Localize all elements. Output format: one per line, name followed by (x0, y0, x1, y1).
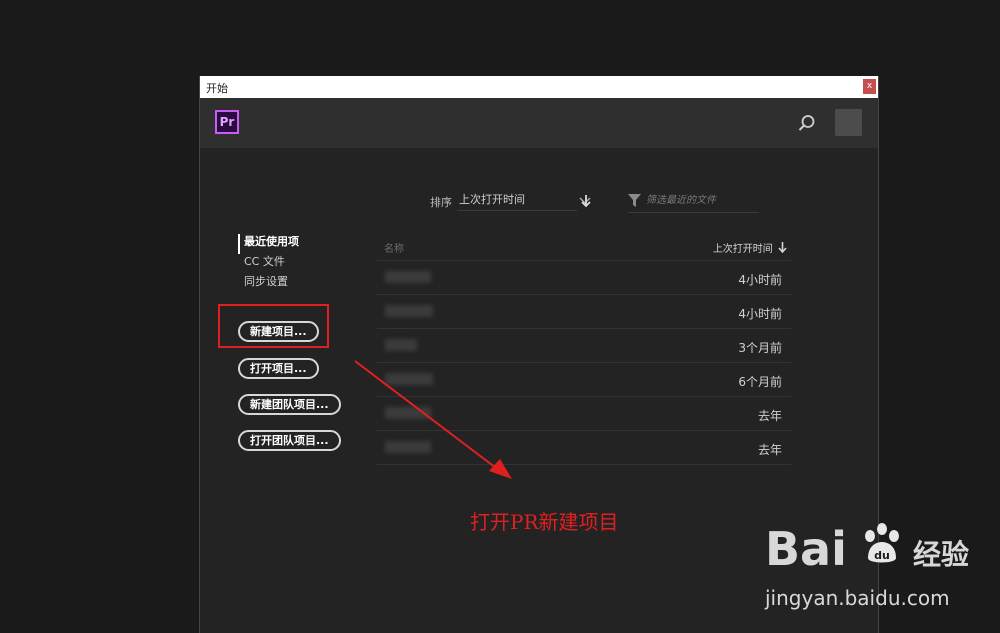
filter-icon (628, 194, 641, 207)
new-team-project-button[interactable]: 新建团队项目... (238, 394, 341, 415)
sidebar-item-sync-settings[interactable]: 同步设置 (238, 274, 299, 294)
row-date: 去年 (757, 443, 782, 457)
row-name-redacted (385, 271, 431, 283)
row-name-redacted (385, 305, 433, 317)
row-date: 3个月前 (738, 341, 782, 355)
sort-down-arrow-icon (778, 242, 787, 254)
filter-input[interactable] (646, 192, 756, 208)
row-date: 4小时前 (738, 307, 782, 321)
sort-direction-icon[interactable] (580, 194, 592, 208)
open-project-button[interactable]: 打开项目... (238, 358, 319, 379)
watermark-brand-left: Bai (765, 522, 847, 576)
annotation-text: 打开PR新建项目 (470, 510, 619, 534)
sidebar-item-recent[interactable]: 最近使用项 (238, 234, 299, 254)
premiere-logo: Pr (215, 110, 239, 134)
sort-label: 排序 (430, 196, 452, 209)
row-name-redacted (385, 339, 417, 351)
sidebar-nav: 最近使用项 CC 文件 同步设置 (238, 234, 299, 294)
table-row[interactable]: 4小时前 (377, 295, 791, 329)
watermark-url: jingyan.baidu.com (765, 586, 950, 610)
table-row[interactable]: 4小时前 (377, 261, 791, 295)
watermark-brand-right: 经验 (913, 538, 970, 571)
row-date: 6个月前 (738, 375, 782, 389)
column-header-name[interactable]: 名称 (384, 240, 404, 255)
baidu-watermark: Bai du 经验 jingyan.baidu.com (765, 520, 985, 620)
avatar[interactable] (835, 109, 862, 136)
close-button[interactable]: x (863, 79, 876, 94)
filter-field[interactable] (628, 190, 759, 213)
svg-text:du: du (874, 549, 890, 562)
app-header: Pr (200, 98, 878, 148)
column-header-date[interactable]: 上次打开时间 (713, 240, 787, 255)
sort-dropdown[interactable]: 上次打开时间 (457, 192, 591, 211)
column-header-date-label: 上次打开时间 (712, 244, 773, 255)
sort-dropdown-value: 上次打开时间 (459, 193, 525, 206)
table-header: 名称 上次打开时间 (377, 234, 791, 261)
row-date: 去年 (757, 409, 782, 423)
sidebar-item-cc-files[interactable]: CC 文件 (238, 254, 299, 274)
annotation-arrow (354, 360, 512, 479)
row-date: 4小时前 (738, 273, 782, 287)
search-icon[interactable] (798, 114, 816, 132)
highlight-box (218, 304, 329, 348)
window-title: 开始 (206, 82, 228, 95)
open-team-project-button[interactable]: 打开团队项目... (238, 430, 341, 451)
title-bar: 开始 x (200, 76, 878, 99)
baidu-paw-icon: du (865, 523, 899, 563)
